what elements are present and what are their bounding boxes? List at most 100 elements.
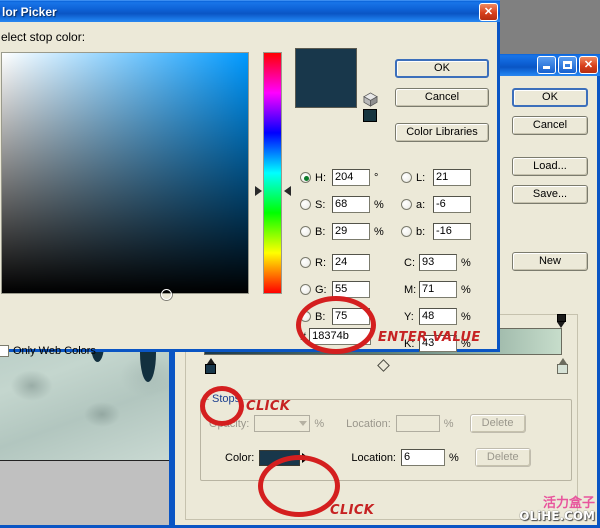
radio-b[interactable] (300, 226, 311, 237)
watermark-en: OLiHE.COM (519, 509, 595, 524)
document-gray-area (0, 460, 169, 525)
document-image-canvas[interactable] (0, 340, 169, 460)
color-preview-group (295, 48, 378, 122)
input-s[interactable]: 68 (332, 196, 370, 213)
maximize-icon[interactable] (558, 56, 577, 74)
opacity-unit: % (314, 417, 325, 430)
channel-row-s: S: 68 % (300, 196, 384, 213)
opacity-input[interactable] (254, 415, 311, 432)
channel-row-m: M: 71 % (404, 281, 471, 298)
input-m[interactable]: 71 (419, 281, 457, 298)
gradient-editor-button-column: OK Cancel Load... Save... New (512, 88, 588, 271)
annotation-enter-value: ENTER VALUE (378, 330, 481, 345)
input-l[interactable]: 21 (433, 169, 471, 186)
channel-row-l: L: 21 (401, 169, 471, 186)
hue-slider-left-arrow-icon[interactable] (255, 186, 262, 196)
color-field-marker[interactable] (161, 289, 172, 300)
gradient-editor-window-buttons: ✕ (537, 56, 598, 74)
radio-l[interactable] (401, 172, 412, 183)
radio-g[interactable] (300, 284, 311, 295)
input-h[interactable]: 204 (332, 169, 370, 186)
unit-s: % (374, 198, 384, 211)
channel-row-c: C: 93 % (404, 254, 471, 271)
opacity-location-label: Location: (346, 417, 391, 430)
color-picker-titlebar[interactable]: lor Picker ✕ (0, 0, 500, 22)
color-location-input[interactable]: 6 (401, 449, 445, 466)
color-label: Color: (225, 451, 255, 464)
color-stop-end[interactable] (557, 358, 568, 374)
close-icon[interactable]: ✕ (479, 3, 498, 21)
label-l: L: (416, 171, 426, 184)
opacity-dropdown-arrow-icon[interactable] (299, 421, 308, 426)
gradient-ok-button[interactable]: OK (512, 88, 588, 107)
unit-m: % (461, 283, 471, 296)
color-location-label: Location: (351, 451, 396, 464)
alternate-color-swatch[interactable] (363, 109, 377, 122)
radio-a[interactable] (401, 199, 412, 210)
radio-h[interactable] (300, 172, 311, 183)
close-icon[interactable]: ✕ (579, 56, 598, 74)
label-a: a: (416, 198, 426, 211)
channel-row-b: B: 29 % (300, 223, 384, 240)
channel-row-lab-b: b: -16 (401, 223, 471, 240)
channel-row-r: R: 24 (300, 254, 370, 271)
color-picker-dialog: lor Picker ✕ elect stop color: H: 204 ° … (0, 0, 500, 357)
color-picker-cancel-button[interactable]: Cancel (395, 88, 489, 107)
color-libraries-button[interactable]: Color Libraries (395, 123, 489, 142)
color-picker-body: elect stop color: H: 204 ° S: 68 % B: 29… (0, 22, 500, 357)
channel-row-a: a: -6 (401, 196, 471, 213)
annotation-circle-color-swatch (258, 455, 340, 517)
opacity-delete-button[interactable]: Delete (469, 414, 526, 433)
gradient-cancel-button[interactable]: Cancel (512, 116, 588, 135)
saturation-brightness-field[interactable] (1, 52, 249, 300)
color-delete-button[interactable]: Delete (474, 448, 531, 467)
input-b[interactable]: 29 (332, 223, 370, 240)
label-h: H: (315, 171, 326, 184)
radio-r[interactable] (300, 257, 311, 268)
input-c[interactable]: 93 (419, 254, 457, 271)
label-b: B: (315, 225, 326, 238)
hue-slider[interactable] (263, 52, 282, 294)
hue-slider-right-arrow-icon[interactable] (284, 186, 291, 196)
watermark: 活力盒子 OLiHE.COM (519, 497, 595, 523)
label-m: M: (404, 283, 417, 296)
label-c: C: (404, 256, 415, 269)
only-web-colors-checkbox[interactable] (0, 345, 9, 357)
input-y[interactable]: 48 (419, 308, 457, 325)
opacity-row: Opacity: % Location: % Delete (209, 414, 526, 433)
gradient-new-button[interactable]: New (512, 252, 588, 271)
color-picker-window-buttons: ✕ (479, 3, 498, 21)
color-stop-start[interactable] (205, 358, 216, 374)
radio-lab-b[interactable] (401, 226, 412, 237)
annotation-circle-color-stop (200, 386, 244, 426)
label-y: Y: (404, 310, 414, 323)
input-lab-b[interactable]: -16 (433, 223, 471, 240)
opacity-stop-end[interactable] (557, 314, 568, 329)
opacity-location-input[interactable] (395, 415, 440, 432)
only-web-colors-row[interactable]: Only Web Colors (0, 345, 96, 357)
annotation-click-stop: CLICK (246, 399, 291, 414)
annotation-click-swatch: CLICK (330, 503, 375, 518)
label-lab-b: b: (416, 225, 426, 238)
unit-c: % (461, 256, 471, 269)
channel-row-y: Y: 48 % (404, 308, 471, 325)
minimize-icon[interactable] (537, 56, 556, 74)
label-s: S: (315, 198, 326, 211)
web-safe-cube-icon[interactable] (363, 92, 378, 107)
radio-s[interactable] (300, 199, 311, 210)
photoshop-document-window[interactable] (0, 340, 172, 528)
gradient-midpoint-handle[interactable] (377, 359, 390, 372)
gradient-load-button[interactable]: Load... (512, 157, 588, 176)
channel-row-h: H: 204 ° (300, 169, 378, 186)
color-picker-subtitle: elect stop color: (1, 30, 86, 44)
input-a[interactable]: -6 (433, 196, 471, 213)
color-picker-ok-button[interactable]: OK (395, 59, 489, 78)
gradient-save-button[interactable]: Save... (512, 185, 588, 204)
unit-b: % (374, 225, 384, 238)
input-r[interactable]: 24 (332, 254, 370, 271)
only-web-colors-label: Only Web Colors (13, 345, 96, 357)
color-picker-title: lor Picker (2, 4, 57, 19)
label-g: G: (315, 283, 327, 296)
selected-color-preview (295, 48, 357, 108)
brightness-gradient (2, 53, 248, 293)
